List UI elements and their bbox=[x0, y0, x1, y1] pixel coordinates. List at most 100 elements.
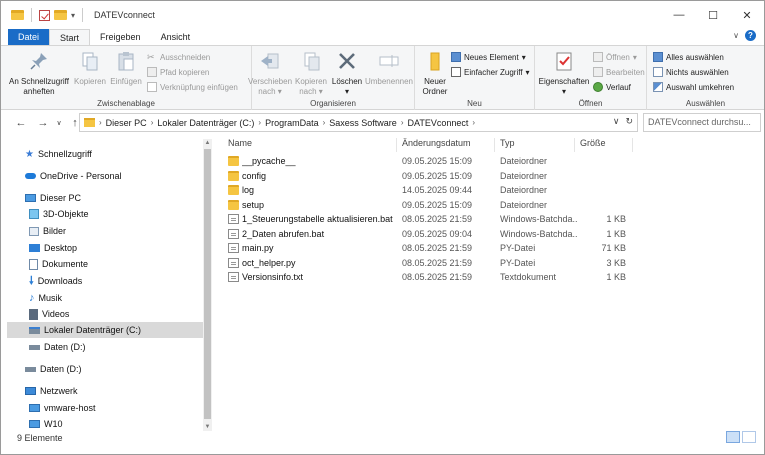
file-icon bbox=[228, 228, 239, 239]
tab-start[interactable]: Start bbox=[49, 29, 91, 45]
nav-d-drive-root[interactable]: Daten (D:) bbox=[25, 361, 82, 377]
tab-ansicht[interactable]: Ansicht bbox=[151, 29, 201, 45]
invert-selection-button[interactable]: Auswahl umkehren bbox=[653, 82, 734, 92]
nav-this-pc[interactable]: Dieser PC bbox=[25, 190, 81, 206]
column-divider[interactable] bbox=[632, 138, 633, 152]
column-header-date[interactable]: Änderungsdatum bbox=[402, 138, 471, 152]
nav-scrollbar[interactable]: ▲ ▼ bbox=[203, 139, 212, 431]
copy-path-button[interactable]: Pfad kopieren bbox=[147, 67, 209, 77]
tab-freigeben[interactable]: Freigeben bbox=[90, 29, 151, 45]
nav-d-drive[interactable]: Daten (D:) bbox=[29, 339, 86, 355]
nav-quick-access[interactable]: ★ Schnellzugriff bbox=[25, 146, 92, 162]
forward-icon[interactable]: → bbox=[35, 117, 51, 129]
nav-onedrive[interactable]: OneDrive - Personal bbox=[25, 168, 122, 184]
chevron-down-icon[interactable]: ∨ bbox=[733, 31, 739, 40]
cut-label: Ausschneiden bbox=[160, 52, 211, 62]
move-to-button[interactable]: Verschieben nach ▾ bbox=[248, 50, 292, 97]
edit-icon bbox=[593, 67, 603, 77]
column-divider[interactable] bbox=[494, 138, 495, 152]
close-icon[interactable]: ✕ bbox=[730, 1, 764, 29]
customize-qat-icon[interactable]: ▾ bbox=[71, 11, 75, 20]
column-header-type[interactable]: Typ bbox=[500, 138, 515, 152]
select-all-button[interactable]: Alles auswählen bbox=[653, 52, 724, 62]
new-folder-button[interactable]: Neuer Ordner bbox=[419, 50, 451, 97]
nav-videos[interactable]: Videos bbox=[29, 306, 69, 322]
large-icons-view-icon[interactable] bbox=[742, 431, 756, 443]
nav-w10[interactable]: W10 bbox=[29, 416, 63, 432]
copy-to-button[interactable]: Kopieren nach ▾ bbox=[292, 50, 330, 97]
cut-button[interactable]: ✂ Ausschneiden bbox=[147, 52, 210, 62]
nav-label: OneDrive - Personal bbox=[40, 171, 122, 181]
properties-icon[interactable] bbox=[39, 9, 50, 21]
nav-label: Downloads bbox=[37, 276, 83, 286]
column-header-name[interactable]: Name bbox=[228, 138, 252, 152]
new-element-button[interactable]: Neues Element ▾ bbox=[451, 52, 526, 62]
nav-network[interactable]: Netzwerk bbox=[25, 383, 78, 399]
network-computer-icon bbox=[29, 404, 40, 412]
help-icon[interactable]: ? bbox=[745, 30, 756, 41]
properties-button[interactable]: Eigenschaften ▾ bbox=[537, 50, 591, 97]
details-view-icon[interactable] bbox=[726, 431, 740, 443]
scrollbar-thumb[interactable] bbox=[204, 149, 211, 419]
history-button[interactable]: Verlauf bbox=[593, 82, 631, 92]
delete-label: Löschen bbox=[331, 77, 363, 86]
breadcrumb-c-drive[interactable]: Lokaler Datenträger (C:) bbox=[157, 118, 254, 128]
breadcrumb-datevconnect[interactable]: DATEVconnect bbox=[407, 118, 468, 128]
refresh-icon[interactable]: ↻ bbox=[625, 116, 633, 127]
move-label-1: Verschieben bbox=[248, 77, 293, 86]
paste-shortcut-button[interactable]: Verknüpfung einfügen bbox=[147, 82, 238, 92]
table-row[interactable]: main.py 08.05.2025 21:59 PY-Datei 71 KB bbox=[222, 241, 642, 255]
copy-button[interactable]: Kopieren bbox=[73, 50, 107, 87]
music-icon: ♪ bbox=[29, 292, 35, 304]
nav-downloads[interactable]: 🠗 Downloads bbox=[29, 273, 82, 289]
breadcrumb-dieser-pc[interactable]: Dieser PC bbox=[106, 118, 147, 128]
recent-locations-icon[interactable]: ∨ bbox=[51, 119, 67, 127]
delete-button[interactable]: Löschen ▾ bbox=[331, 50, 363, 97]
nav-c-drive[interactable]: Lokaler Datenträger (C:) bbox=[7, 322, 208, 338]
new-folder-icon[interactable] bbox=[54, 10, 67, 20]
column-divider[interactable] bbox=[574, 138, 575, 152]
table-row[interactable]: __pycache__ 09.05.2025 15:09 Dateiordner bbox=[222, 154, 642, 168]
chevron-right-icon: › bbox=[150, 118, 154, 127]
back-icon[interactable]: ← bbox=[13, 117, 29, 129]
column-divider[interactable] bbox=[396, 138, 397, 152]
scroll-down-icon[interactable]: ▼ bbox=[203, 424, 212, 430]
address-bar[interactable]: › Dieser PC › Lokaler Datenträger (C:) ›… bbox=[79, 113, 638, 132]
open-button[interactable]: Öffnen ▾ bbox=[593, 52, 637, 62]
pin-quick-access-button[interactable]: An Schnellzugriff anheften bbox=[7, 50, 71, 97]
file-date: 09.05.2025 15:09 bbox=[402, 170, 473, 181]
nav-pictures[interactable]: Bilder bbox=[29, 223, 66, 239]
rename-button[interactable]: Umbenennen bbox=[364, 50, 414, 87]
select-none-button[interactable]: Nichts auswählen bbox=[653, 67, 729, 77]
select-none-icon bbox=[653, 67, 663, 77]
nav-vmware-host[interactable]: vmware-host bbox=[29, 400, 96, 416]
chevron-down-icon[interactable]: ∨ bbox=[613, 116, 620, 127]
open-label: Öffnen bbox=[606, 52, 630, 62]
paste-button[interactable]: Einfügen bbox=[109, 50, 143, 87]
nav-3d-objects[interactable]: 3D-Objekte bbox=[29, 206, 89, 222]
minimize-icon[interactable]: — bbox=[662, 1, 696, 29]
table-row[interactable]: log 14.05.2025 09:44 Dateiordner bbox=[222, 183, 642, 197]
nav-documents[interactable]: Dokumente bbox=[29, 256, 88, 272]
tab-datei[interactable]: Datei bbox=[8, 29, 50, 45]
nav-music[interactable]: ♪ Musik bbox=[29, 290, 62, 306]
search-input[interactable]: DATEVconnect durchsu... bbox=[643, 113, 761, 132]
copy-label: Kopieren bbox=[73, 77, 107, 86]
group-label-clipboard: Zwischenablage bbox=[97, 99, 155, 108]
breadcrumb-saxess[interactable]: Saxess Software bbox=[329, 118, 397, 128]
table-row[interactable]: Versionsinfo.txt 08.05.2025 21:59 Textdoku… bbox=[222, 270, 642, 284]
cube-icon bbox=[29, 209, 39, 219]
table-row[interactable]: setup 09.05.2025 15:09 Dateiordner bbox=[222, 198, 642, 212]
table-row[interactable]: config 09.05.2025 15:09 Dateiordner bbox=[222, 169, 642, 183]
delete-icon bbox=[339, 53, 355, 69]
table-row[interactable]: 2_Daten abrufen.bat 09.05.2025 09:04 Windo… bbox=[222, 227, 642, 241]
maximize-icon[interactable]: ☐ bbox=[696, 1, 730, 29]
table-row[interactable]: oct_helper.py 08.05.2025 21:59 PY-Datei 3 K… bbox=[222, 256, 642, 270]
edit-button[interactable]: Bearbeiten bbox=[593, 67, 645, 77]
scroll-up-icon[interactable]: ▲ bbox=[203, 140, 212, 146]
nav-desktop[interactable]: Desktop bbox=[29, 240, 77, 256]
easy-access-button[interactable]: Einfacher Zugriff ▾ bbox=[451, 67, 530, 77]
breadcrumb-programdata[interactable]: ProgramData bbox=[265, 118, 319, 128]
table-row[interactable]: 1_Steuerungstabelle aktualisieren.bat 08.… bbox=[222, 212, 642, 226]
column-header-size[interactable]: Größe bbox=[580, 138, 606, 152]
